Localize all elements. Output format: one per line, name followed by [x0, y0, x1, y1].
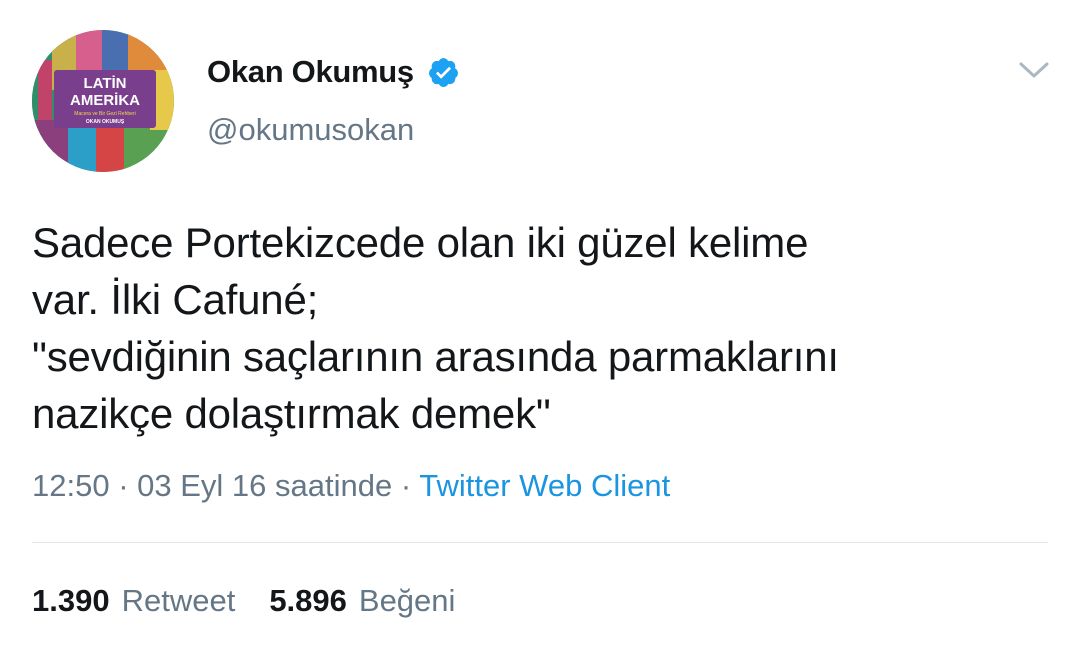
avatar[interactable]: LATİN AMERİKA Macera ve Bir Gezi Rehberi…: [32, 30, 174, 172]
avatar-author: OKAN OKUMUŞ: [86, 119, 125, 125]
retweet-count: 1.390: [32, 583, 110, 618]
like-stat[interactable]: 5.896 Beğeni: [269, 583, 455, 619]
tweet-time[interactable]: 12:50: [32, 468, 110, 503]
verified-badge-icon: [427, 56, 460, 89]
tweet-metadata: 12:50 · 03 Eyl 16 saatinde · Twitter Web…: [32, 468, 670, 504]
author-name[interactable]: Okan Okumuş: [207, 54, 414, 90]
meta-separator: ·: [118, 468, 129, 503]
tweet-client-link[interactable]: Twitter Web Client: [419, 468, 670, 503]
like-count: 5.896: [269, 583, 347, 618]
tweet-stats: 1.390 Retweet 5.896 Beğeni: [32, 583, 455, 619]
tweet-date[interactable]: 03 Eyl 16 saatinde: [137, 468, 392, 503]
avatar-title-line1: LATİN: [83, 75, 126, 92]
like-label: Beğeni: [358, 583, 456, 618]
avatar-subtitle: Macera ve Bir Gezi Rehberi: [74, 111, 135, 117]
chevron-down-icon[interactable]: [1018, 58, 1050, 82]
meta-separator: ·: [400, 468, 412, 503]
retweet-label: Retweet: [121, 583, 236, 618]
author-name-row: Okan Okumuş: [207, 50, 460, 94]
avatar-book-cover-image: LATİN AMERİKA Macera ve Bir Gezi Rehberi…: [32, 30, 174, 172]
avatar-title-line2: AMERİKA: [70, 92, 140, 109]
tweet-detail: LATİN AMERİKA Macera ve Bir Gezi Rehberi…: [0, 0, 1080, 659]
author-handle[interactable]: @okumusokan: [207, 112, 414, 148]
tweet-text: Sadece Portekizcede olan iki güzel kelim…: [32, 219, 839, 437]
divider: [32, 542, 1048, 543]
retweet-stat[interactable]: 1.390 Retweet: [32, 583, 235, 619]
